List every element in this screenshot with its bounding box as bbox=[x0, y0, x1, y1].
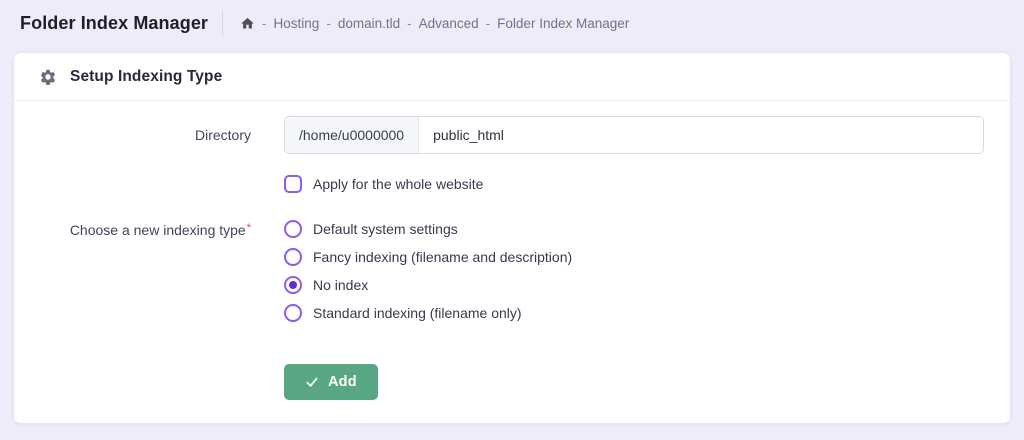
breadcrumb: - Hosting - domain.tld - Advanced - Fold… bbox=[240, 16, 629, 31]
page-title: Folder Index Manager bbox=[20, 13, 208, 34]
indexing-type-row: Choose a new indexing type* Default syst… bbox=[14, 219, 984, 322]
directory-input[interactable] bbox=[419, 117, 983, 153]
directory-row: Directory /home/u0000000 bbox=[14, 116, 984, 154]
radio-icon[interactable] bbox=[284, 276, 302, 294]
top-header: Folder Index Manager - Hosting - domain.… bbox=[0, 0, 1024, 46]
required-asterisk: * bbox=[247, 222, 251, 234]
breadcrumb-item-advanced[interactable]: Advanced bbox=[419, 16, 479, 31]
radio-icon[interactable] bbox=[284, 220, 302, 238]
directory-path-prefix: /home/u0000000 bbox=[285, 117, 419, 153]
setup-indexing-card: Setup Indexing Type Directory /home/u000… bbox=[13, 52, 1011, 424]
home-icon[interactable] bbox=[240, 16, 255, 31]
card-header: Setup Indexing Type bbox=[14, 53, 1010, 101]
radio-standard-indexing[interactable]: Standard indexing (filename only) bbox=[284, 303, 984, 322]
apply-whole-website-checkbox[interactable]: Apply for the whole website bbox=[284, 175, 984, 193]
indexing-type-options: Default system settings Fancy indexing (… bbox=[284, 219, 984, 322]
header-divider bbox=[222, 10, 223, 36]
breadcrumb-separator: - bbox=[486, 16, 491, 31]
breadcrumb-item-hosting[interactable]: Hosting bbox=[274, 16, 320, 31]
radio-fancy-indexing[interactable]: Fancy indexing (filename and description… bbox=[284, 247, 984, 266]
checkbox-icon[interactable] bbox=[284, 175, 302, 193]
radio-default-system-settings[interactable]: Default system settings bbox=[284, 219, 984, 238]
add-button[interactable]: Add bbox=[284, 364, 378, 400]
setup-indexing-form: Directory /home/u0000000 Apply for the w… bbox=[14, 101, 1010, 400]
indexing-type-label: Choose a new indexing type* bbox=[14, 219, 251, 239]
breadcrumb-separator: - bbox=[326, 16, 331, 31]
check-icon bbox=[305, 375, 319, 389]
apply-whole-website-row: Apply for the whole website bbox=[14, 175, 984, 193]
directory-label: Directory bbox=[14, 126, 251, 144]
breadcrumb-separator: - bbox=[407, 16, 412, 31]
breadcrumb-item-current: Folder Index Manager bbox=[497, 16, 629, 31]
submit-row: Add bbox=[14, 364, 984, 400]
radio-no-index[interactable]: No index bbox=[284, 275, 984, 294]
card-title: Setup Indexing Type bbox=[70, 68, 222, 86]
gear-icon bbox=[39, 68, 57, 86]
radio-icon[interactable] bbox=[284, 248, 302, 266]
breadcrumb-item-domain[interactable]: domain.tld bbox=[338, 16, 400, 31]
apply-whole-website-label: Apply for the whole website bbox=[313, 176, 483, 192]
directory-input-group: /home/u0000000 bbox=[284, 116, 984, 154]
radio-icon[interactable] bbox=[284, 304, 302, 322]
add-button-label: Add bbox=[328, 374, 357, 390]
breadcrumb-separator: - bbox=[262, 16, 267, 31]
